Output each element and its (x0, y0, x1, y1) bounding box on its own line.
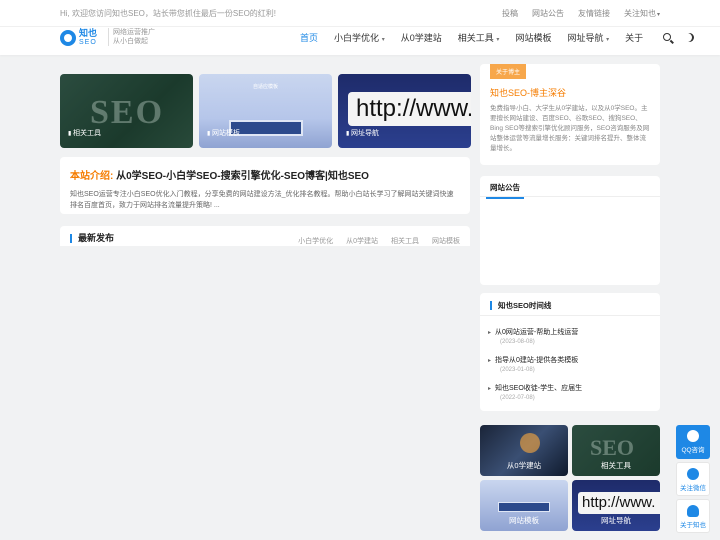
wechat-icon (687, 468, 699, 480)
slogan-line-1: 网络运营推广 (113, 29, 155, 36)
timeline-card: 知也SEO时间线 从0网站运营-帮助上线运营 (2023-08-08) 指导从0… (480, 293, 660, 411)
nav-tools[interactable]: 相关工具 ▾ (458, 31, 500, 44)
nav-tools-label: 相关工具 (457, 32, 494, 43)
user-icon (687, 505, 699, 517)
about-description: 免费指导小白、大学生从0学建站，以及从0学SEO。主要擅长网站建设、百度SEO、… (490, 105, 650, 152)
banner-art-screen (229, 120, 303, 136)
search-icon[interactable] (663, 33, 672, 41)
tile-art (498, 502, 550, 512)
slogan-line-2: 从小白做起 (113, 38, 148, 45)
banner-label: 网址导航 (346, 128, 379, 138)
nav-learn-seo-label: 小白学优化 (334, 32, 380, 43)
site-slogan: 网络运营推广 从小白做起 (108, 28, 155, 46)
tile-art-seo: SEO (590, 435, 635, 460)
timeline-title: 知也SEO时间线 (490, 301, 551, 310)
intro-tag: 本站介绍: (70, 171, 114, 182)
timeline-item[interactable]: 从0网站运营-帮助上线运营 (488, 327, 578, 337)
intro-title: 本站介绍: 从0学SEO-小白学SEO-搜索引擎优化-SEO博客|知也SEO (70, 167, 460, 182)
nav-directory[interactable]: 网址导航 ▾ (567, 31, 609, 44)
top-link-follow[interactable]: 关注知也▾ (624, 8, 660, 19)
float-label: 关注微信 (680, 485, 706, 492)
about-title: 知也SEO-博主深谷 (490, 88, 567, 98)
chevron-down-icon: ▾ (604, 36, 610, 43)
timeline-item[interactable]: 知也SEO收徒-学生、应届生 (488, 383, 582, 393)
logo-mark-icon (60, 30, 76, 46)
intro-heading[interactable]: 从0学SEO-小白学SEO-搜索引擎优化-SEO博客|知也SEO (116, 171, 369, 182)
top-link-follow-label: 关注知也 (623, 9, 656, 18)
top-link-submit[interactable]: 投稿 (502, 8, 518, 19)
tab-templates[interactable]: 网站模板 (432, 236, 460, 246)
nav-build-site[interactable]: 从0学建站 (401, 31, 442, 44)
timeline-date: (2022-07-08) (500, 395, 535, 401)
top-link-friends[interactable]: 友情链接 (578, 8, 610, 19)
logo-en: SEO (79, 39, 97, 46)
welcome-text: Hi, 欢迎您访问知也SEO，站长带您抓住最后一份SEO的红利! (60, 9, 277, 18)
banner-tools[interactable]: SEO 相关工具 (60, 74, 193, 148)
intro-description: 知也SEO运营专注小白SEO优化入门教程，分享免费的网站建设方法_优化排名教程。… (70, 191, 454, 209)
timeline-date: (2023-08-08) (500, 339, 535, 345)
notice-card: 网站公告 (480, 176, 660, 285)
timeline-date: (2023-01-08) (500, 367, 535, 373)
top-links: 投稿 网站公告 友情链接 关注知也▾ (502, 8, 660, 19)
nav-about[interactable]: 关于 (625, 31, 643, 44)
tile-label: 网站模板 (509, 516, 539, 525)
timeline-item[interactable]: 指导从0建站-提供各类模板 (488, 355, 578, 365)
nav-directory-label: 网址导航 (567, 32, 604, 43)
divider (480, 196, 660, 197)
float-label: 关于知也 (680, 522, 706, 529)
banner-art-seo: SEO (90, 94, 165, 131)
logo-cn: 知也 (79, 28, 98, 38)
about-button[interactable]: 关于知也 (676, 499, 710, 533)
about-card: 关于博主 知也SEO-博主深谷 免费指导小白、大学生从0学建站，以及从0学SEO… (480, 64, 660, 165)
divider (480, 315, 660, 316)
tab-build-site[interactable]: 从0学建站 (346, 236, 378, 246)
dark-mode-icon[interactable] (685, 33, 694, 42)
banner-directory[interactable]: http://www. 网址导航 (338, 74, 471, 148)
qq-icon (687, 430, 699, 442)
banner-templates[interactable]: 自适应模板 网站模板 (199, 74, 332, 148)
latest-title: 最新发布 (70, 234, 114, 243)
qq-consult-button[interactable]: QQ咨询 (676, 425, 710, 459)
tile-tools[interactable]: SEO 相关工具 (572, 425, 660, 476)
tile-templates[interactable]: 网站模板 (480, 480, 568, 531)
about-tag: 关于博主 (490, 64, 527, 79)
site-intro-card: 本站介绍: 从0学SEO-小白学SEO-搜索引擎优化-SEO博客|知也SEO 知… (60, 157, 470, 214)
follow-wechat-button[interactable]: 关注微信 (676, 462, 710, 496)
float-label: QQ咨询 (681, 447, 705, 454)
chevron-down-icon: ▾ (494, 36, 500, 43)
site-header: 知也 SEO 网络运营推广 从小白做起 首页 小白学优化 ▾ 从0学建站 相关工… (0, 27, 720, 55)
latest-posts-header: 最新发布 小白学优化 从0学建站 相关工具 网站模板 (60, 226, 470, 246)
nav-home[interactable]: 首页 (300, 31, 318, 44)
tile-build-site[interactable]: 从0学建站 (480, 425, 568, 476)
top-bar: Hi, 欢迎您访问知也SEO，站长带您抓住最后一份SEO的红利! 投稿 网站公告… (0, 0, 720, 27)
banner-art-url: http://www. (348, 92, 471, 126)
tile-label: 网址导航 (601, 516, 631, 525)
banner-label: 网站模板 (207, 128, 240, 138)
tile-label: 相关工具 (601, 461, 631, 470)
tab-learn-seo[interactable]: 小白学优化 (298, 236, 333, 246)
tile-art (520, 433, 540, 453)
nav-learn-seo[interactable]: 小白学优化 ▾ (334, 31, 385, 44)
top-link-notice[interactable]: 网站公告 (532, 8, 564, 19)
tab-tools[interactable]: 相关工具 (391, 236, 419, 246)
main-nav: 首页 小白学优化 ▾ 从0学建站 相关工具 ▾ 网站模板 网址导航 ▾ 关于 (300, 27, 704, 47)
tile-directory[interactable]: http://www. 网址导航 (572, 480, 660, 531)
chevron-down-icon: ▾ (656, 12, 660, 18)
site-logo[interactable]: 知也 SEO (60, 29, 97, 47)
banner-art-caption: 自适应模板 (252, 84, 278, 90)
tile-label: 从0学建站 (506, 461, 542, 470)
logo-text: 知也 SEO (79, 29, 97, 47)
tile-art-url: http://www. (578, 492, 660, 514)
latest-tabs: 小白学优化 从0学建站 相关工具 网站模板 (298, 236, 460, 246)
chevron-down-icon: ▾ (380, 36, 385, 43)
nav-templates[interactable]: 网站模板 (515, 31, 551, 44)
banner-label: 相关工具 (68, 128, 101, 138)
